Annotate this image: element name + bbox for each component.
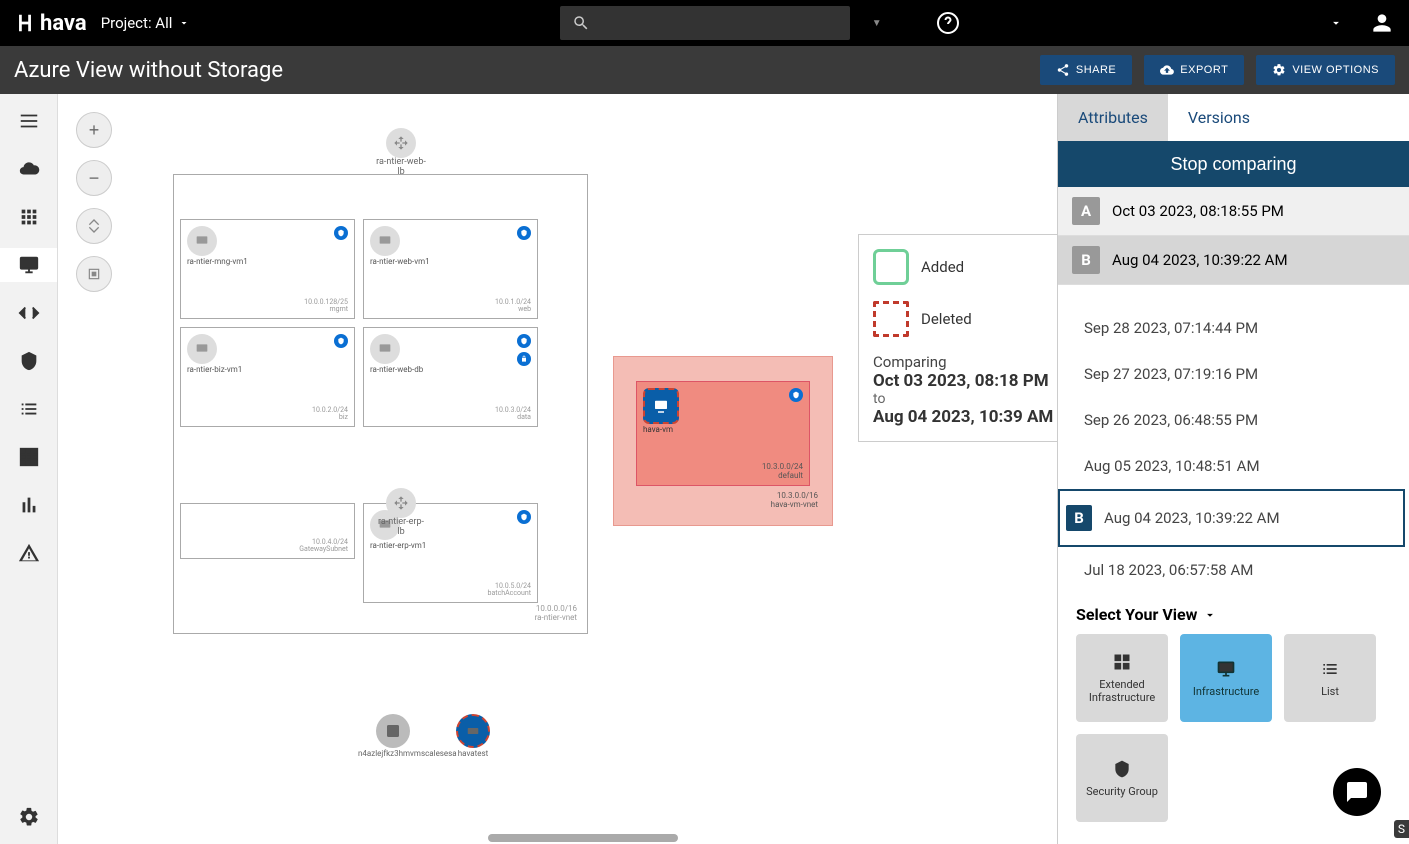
subheader: Azure View without Storage SHARE EXPORT … [0,46,1409,94]
deleted-vm[interactable] [643,388,679,424]
selected-version-a[interactable]: A Oct 03 2023, 08:18:55 PM [1058,187,1409,236]
select-view-toggle[interactable]: Select Your View [1058,589,1409,634]
legend-added-label: Added [921,258,964,276]
view-options-button[interactable]: VIEW OPTIONS [1256,55,1395,85]
badge-b-inline: B [1066,505,1092,531]
help-icon[interactable] [936,11,960,35]
subnet-data[interactable]: ra-ntier-web-db 10.0.3.0/24data [363,327,538,427]
nav-list-icon[interactable] [0,392,57,426]
selected-version-b[interactable]: B Aug 04 2023, 10:39:22 AM [1058,236,1409,285]
search-input[interactable] [560,6,850,40]
storage-account[interactable]: n4azlejfkz3hmvmscalesesa [358,714,428,759]
nav-insights-icon[interactable] [0,488,57,522]
center-button[interactable] [76,256,112,292]
shield-badge-icon [517,226,531,240]
version-item-selected[interactable]: B Aug 04 2023, 10:39:22 AM [1058,489,1405,547]
zoom-out-button[interactable]: − [76,160,112,196]
logo[interactable]: hava [14,11,87,36]
nav-code-icon[interactable] [0,296,57,330]
shield-badge-icon [789,388,803,402]
stop-comparing-button[interactable]: Stop comparing [1058,141,1409,187]
diagram-canvas[interactable]: + − ra-ntier-web-lb ra-ntier-mng-vm1 10.… [58,94,1057,844]
view-infrastructure[interactable]: Infrastructure [1180,634,1272,722]
nav-cloud-icon[interactable] [0,152,57,186]
nav-grid-icon[interactable] [0,440,57,474]
tab-versions[interactable]: Versions [1168,94,1270,141]
badge-b: B [1072,246,1100,274]
comparison-legend: Added Deleted Comparing Oct 03 2023, 08:… [858,234,1057,442]
horizontal-scrollbar[interactable] [488,834,678,842]
view-security-group[interactable]: Security Group [1076,734,1168,822]
search-dropdown-icon[interactable]: ▼ [872,18,882,29]
version-a-timestamp: Oct 03 2023, 08:18:55 PM [1112,202,1284,220]
share-button[interactable]: SHARE [1040,55,1132,85]
deleted-vnet[interactable]: hava-vm 10.3.0.0/24default 10.3.0.0/16ha… [613,356,833,526]
view-extended-infra[interactable]: Extended Infrastructure [1076,634,1168,722]
legend-comparing-label: Comparing [873,353,1057,371]
lb-bottom[interactable]: ra-ntier-erp-lb [376,488,426,538]
version-b-timestamp: Aug 04 2023, 10:39:22 AM [1112,251,1288,269]
version-item[interactable]: Sep 28 2023, 07:14:44 PM [1058,305,1405,351]
badge-a: A [1072,197,1100,225]
bottom-resources: n4azlejfkz3hmvmscalesesa havatest [358,714,490,759]
version-item[interactable]: Aug 05 2023, 10:48:51 AM [1058,443,1405,489]
legend-from-date: Oct 03 2023, 08:18 PM [873,371,1057,391]
legend-to-date: Aug 04 2023, 10:39 AM [873,407,1057,427]
vnet-box[interactable]: ra-ntier-mng-vm1 10.0.0.128/25mgmt ra-nt… [173,174,588,634]
added-swatch [873,249,909,285]
view-list[interactable]: List [1284,634,1376,722]
project-dropdown[interactable]: Project: All [101,14,191,32]
shield-badge-icon [334,334,348,348]
version-list[interactable]: Sep 28 2023, 07:14:44 PM Sep 27 2023, 07… [1058,305,1409,589]
chevron-down-icon[interactable] [1329,16,1343,30]
deleted-swatch [873,301,909,337]
legend-to-label: to [873,391,1057,407]
edge-indicator: S [1394,820,1409,838]
shield-badge-icon [334,226,348,240]
subnet-mgmt[interactable]: ra-ntier-mng-vm1 10.0.0.128/25mgmt [180,219,355,319]
topbar: hava Project: All ▼ [0,0,1409,46]
chat-launcher[interactable] [1333,768,1381,816]
nav-shield-icon[interactable] [0,344,57,378]
tab-attributes[interactable]: Attributes [1058,94,1168,141]
nav-apps-icon[interactable] [0,200,57,234]
version-item[interactable]: Jul 18 2023, 06:57:58 AM [1058,547,1405,589]
version-item[interactable]: Sep 27 2023, 07:19:16 PM [1058,351,1405,397]
export-button[interactable]: EXPORT [1144,55,1244,85]
fit-button[interactable] [76,208,112,244]
subnet-web[interactable]: ra-ntier-web-vm1 10.0.1.0/24web [363,219,538,319]
hava-test-resource[interactable]: havatest [456,714,490,759]
nav-alert-icon[interactable] [0,536,57,570]
subnet-biz[interactable]: ra-ntier-biz-vm1 10.0.2.0/24biz [180,327,355,427]
legend-deleted-label: Deleted [921,310,972,328]
tabs: Attributes Versions [1058,94,1409,141]
shield-badge-icon [517,334,531,348]
page-title: Azure View without Storage [14,58,283,83]
shield-badge-icon [517,510,531,524]
right-panel: Attributes Versions Stop comparing A Oct… [1057,94,1409,844]
nav-settings-icon[interactable] [0,800,57,834]
lock-badge-icon [517,352,531,366]
diagram: ra-ntier-web-lb ra-ntier-mng-vm1 10.0.0.… [173,174,588,634]
left-nav [0,94,58,844]
version-item[interactable]: Sep 26 2023, 06:48:55 PM [1058,397,1405,443]
subnet-gateway[interactable]: 10.0.4.0/24GatewaySubnet [180,503,355,559]
deleted-subnet[interactable]: hava-vm 10.3.0.0/24default [636,381,810,486]
chevron-down-icon [1203,608,1217,622]
nav-desktop-icon[interactable] [0,248,57,282]
zoom-in-button[interactable]: + [76,112,112,148]
nav-menu-icon[interactable] [0,104,57,138]
lb-top[interactable]: ra-ntier-web-lb [376,128,426,178]
user-icon[interactable] [1369,10,1395,36]
